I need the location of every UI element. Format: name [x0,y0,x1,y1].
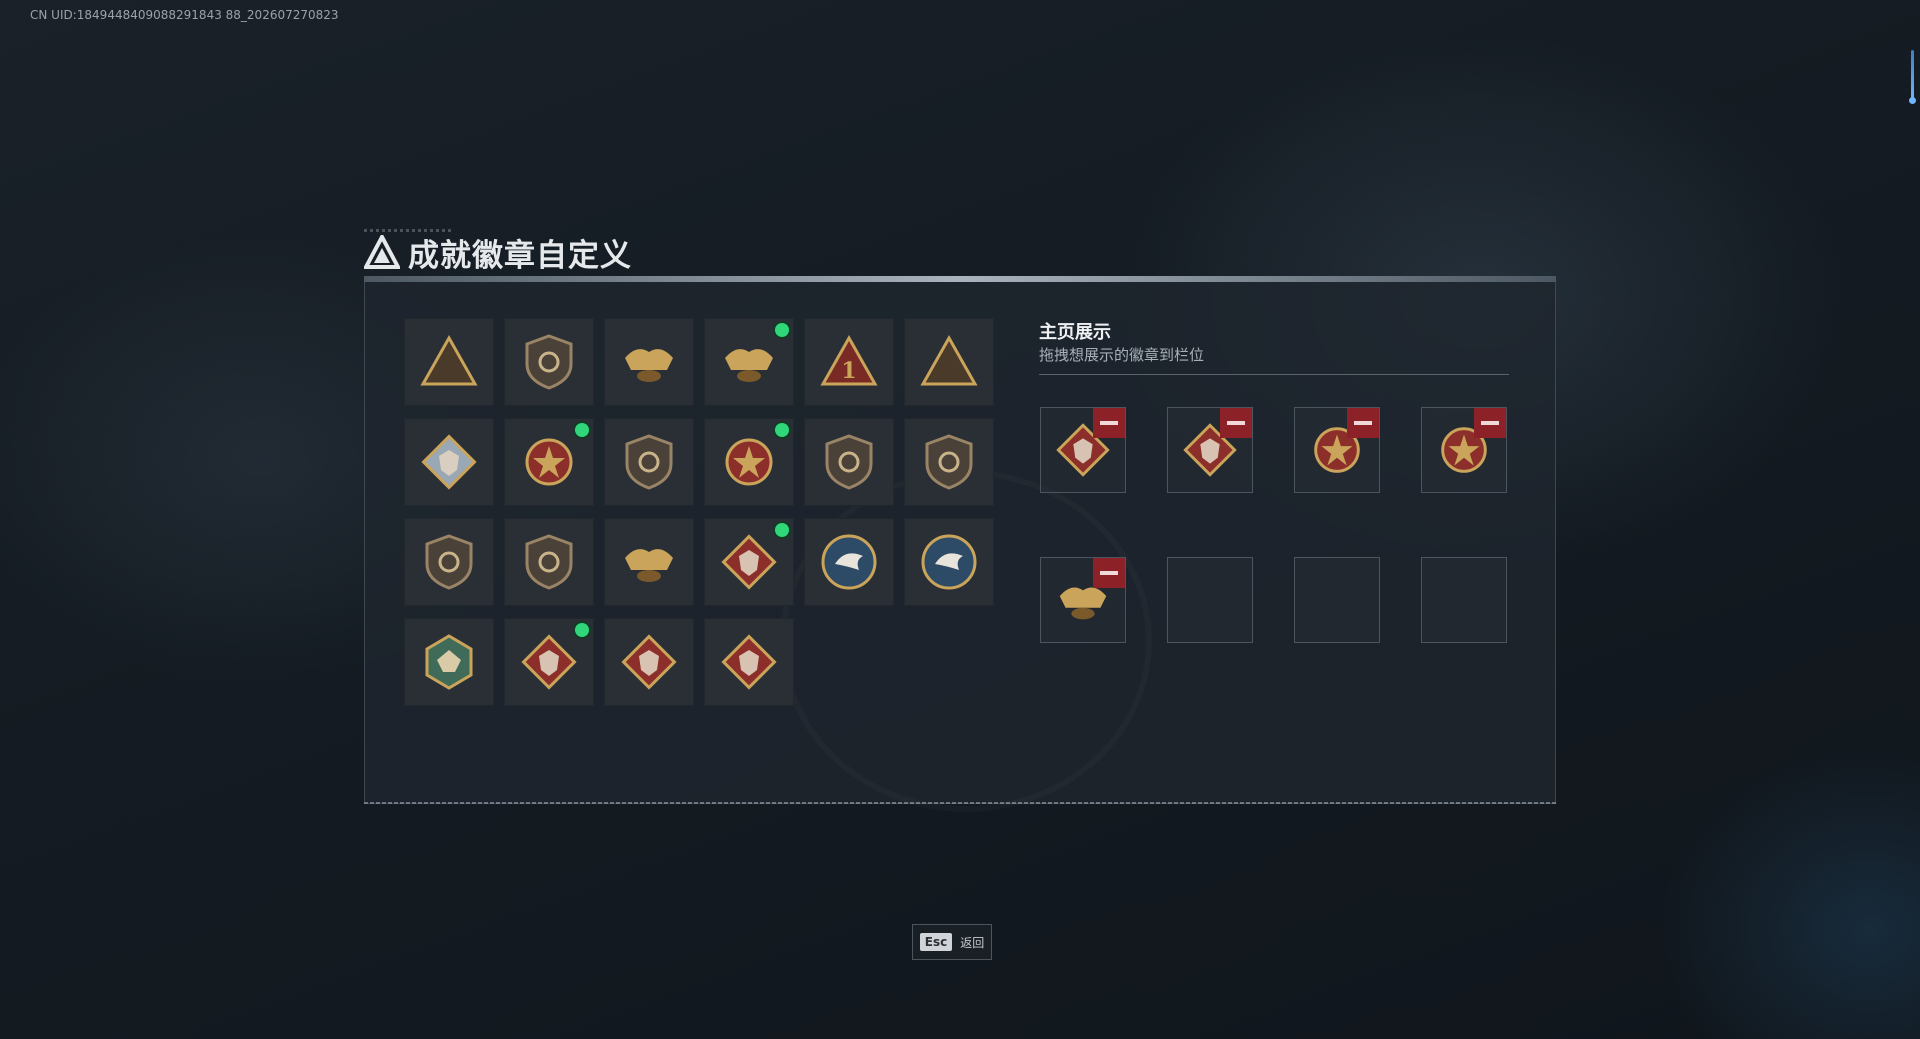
chevron-shield-icon [625,434,673,490]
display-slot-empty[interactable] [1294,557,1380,643]
badge-item[interactable] [904,418,994,506]
shield-triangle-icon [420,334,478,386]
badge-item[interactable] [604,618,694,706]
badge-item[interactable] [804,418,894,506]
badge-item[interactable]: 1 [804,318,894,406]
minus-icon [1481,421,1499,425]
minus-icon [1354,421,1372,425]
anchor-medal-icon [625,549,673,582]
rifle-shield-gold-icon [525,534,573,590]
badge-item[interactable] [404,618,494,706]
minus-icon [1227,421,1245,425]
dragon-diamond-icon [521,634,577,690]
wolf-diamond-icon [721,534,777,590]
display-slot-filled[interactable] [1040,407,1126,493]
red-star-medal-icon [525,438,573,486]
gold-fortress-icon [625,349,673,382]
minus-icon [1100,571,1118,575]
badge-item[interactable] [404,518,494,606]
badge-item[interactable] [504,518,594,606]
minus-icon [1100,421,1118,425]
badge-item[interactable] [604,418,694,506]
display-slot-empty[interactable] [1421,557,1507,643]
badge-item[interactable] [504,318,594,406]
remove-badge-button[interactable] [1093,408,1125,438]
badge-item[interactable] [504,618,594,706]
svg-text:1: 1 [841,358,856,384]
crystal-shield-icon [825,434,873,490]
dragon-hexagon-green-icon [425,634,473,690]
remove-badge-button[interactable] [1220,408,1252,438]
badge-item[interactable] [704,618,794,706]
display-slot-filled[interactable] [1421,407,1507,493]
badge-item[interactable] [804,518,894,606]
soldiers-triangle-icon [920,334,978,386]
new-badge-indicator [575,423,589,437]
panel-bottom-line [364,802,1556,804]
display-slot-filled[interactable] [1167,407,1253,493]
eagle-round-blue-2-icon [921,534,977,590]
display-slot-empty[interactable] [1167,557,1253,643]
helicopter-shield-icon [525,334,573,390]
back-label: 返回 [960,935,985,950]
badge-item[interactable] [604,518,694,606]
dragon-diamond-2-icon [621,634,677,690]
badge-item[interactable] [404,418,494,506]
display-divider [1039,374,1509,375]
badge-item[interactable] [704,418,794,506]
badge-item[interactable] [904,318,994,406]
gold-eagle-crest-icon [725,349,773,382]
game-logo-icon [364,235,400,269]
badge-item[interactable] [504,418,594,506]
display-slot-filled[interactable] [1294,407,1380,493]
scroll-indicator [1909,50,1916,104]
remove-badge-button[interactable] [1474,408,1506,438]
number-one-triangle-icon: 1 [820,334,878,386]
remove-badge-button[interactable] [1093,558,1125,588]
eagle-round-blue-icon [821,534,877,590]
badge-item[interactable] [904,518,994,606]
badge-item[interactable] [704,318,794,406]
new-badge-indicator [575,623,589,637]
uid-text: CN UID:1849448409088291843 88_2026072708… [30,8,339,22]
esc-key-label: Esc [919,933,953,951]
remove-badge-button[interactable] [1347,408,1379,438]
star-shield-medal-icon [725,438,773,486]
silver-diamond-icon [421,434,477,490]
new-badge-indicator [775,423,789,437]
display-subtitle: 拖拽想展示的徽章到栏位 [1039,346,1205,364]
page-header: 成就徽章自定义 [364,232,632,274]
badge-item[interactable] [604,318,694,406]
badge-item[interactable] [404,318,494,406]
new-badge-indicator [775,323,789,337]
back-button[interactable]: Esc 返回 [912,924,992,960]
display-title: 主页展示 [1039,322,1111,343]
panel-top-bar [364,276,1556,282]
skull-crosshair-icon [925,434,973,490]
page-title: 成就徽章自定义 [408,237,632,274]
rifle-shield-icon [425,534,473,590]
display-slot-filled[interactable] [1040,557,1126,643]
new-badge-indicator [775,523,789,537]
runner-diamond-icon [721,634,777,690]
badge-item[interactable] [704,518,794,606]
